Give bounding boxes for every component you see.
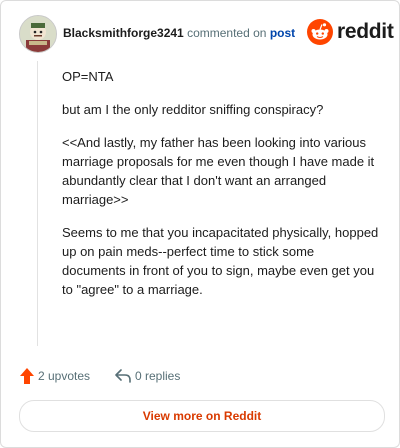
reddit-snoo-icon xyxy=(307,19,333,45)
thread-line xyxy=(37,61,38,346)
view-more-on-reddit-button[interactable]: View more on Reddit xyxy=(19,400,385,432)
comment-body: OP=NTA but am I the only redditor sniffi… xyxy=(62,67,380,313)
post-link[interactable]: post xyxy=(270,26,295,40)
comment-paragraph: OP=NTA xyxy=(62,69,114,84)
comment-paragraph: but am I the only redditor sniffing cons… xyxy=(62,102,324,117)
comment-header: Blacksmithforge3241 commented on post re… xyxy=(19,15,394,55)
upvote-arrow-icon xyxy=(20,368,34,384)
reddit-logo[interactable]: reddit xyxy=(307,19,394,47)
reply-count: 0 replies xyxy=(135,369,181,383)
comment-embed-card: Blacksmithforge3241 commented on post re… xyxy=(0,0,400,448)
reply-arrow-icon xyxy=(115,369,131,383)
upvote-count: 2 upvotes xyxy=(38,369,91,383)
comment-meta: Blacksmithforge3241 commented on post xyxy=(63,26,295,40)
comment-paragraph: <<And lastly, my father has been looking… xyxy=(62,135,375,207)
comment-paragraph: Seems to me that you incapacitated physi… xyxy=(62,225,379,297)
user-avatar-icon[interactable] xyxy=(19,15,57,53)
commented-on-text: commented on xyxy=(187,26,267,40)
username-link[interactable]: Blacksmithforge3241 xyxy=(63,26,184,40)
reddit-wordmark: reddit xyxy=(337,20,394,43)
